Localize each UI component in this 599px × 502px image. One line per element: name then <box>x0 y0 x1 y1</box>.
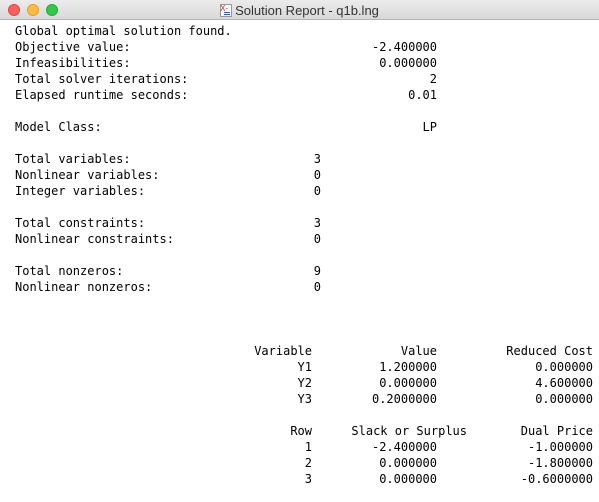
row-dual-price: -0.6000000 <box>520 472 593 486</box>
integer-variables-value: 0 <box>313 184 321 198</box>
solution-report-window: Solution Report - q1b.lng Global optimal… <box>0 0 599 502</box>
report-text-area[interactable]: Global optimal solution found. Objective… <box>0 20 599 502</box>
row-slack-surplus: -2.400000 <box>371 440 437 454</box>
nonlinear-constraints-label: Nonlinear constraints: <box>15 232 174 246</box>
lingo-document-icon <box>220 3 233 17</box>
window-title: Solution Report - q1b.lng <box>235 2 379 18</box>
row-dual-price: -1.800000 <box>527 456 593 470</box>
variable-reduced-cost: 4.600000 <box>535 376 593 390</box>
reduced-cost-column-header: Reduced Cost <box>506 344 593 358</box>
variable-value: 0.000000 <box>379 376 437 390</box>
dual-price-column-header: Dual Price <box>520 424 593 438</box>
objective-value-label: Objective value: <box>15 40 131 54</box>
total-variables-label: Total variables: <box>15 152 131 166</box>
row-dual-price: -1.000000 <box>527 440 593 454</box>
nonlinear-nonzeros-value: 0 <box>313 280 321 294</box>
slack-surplus-column-header: Slack or Surplus <box>351 424 467 438</box>
variable-name: Y1 <box>297 360 312 374</box>
solver-iterations-label: Total solver iterations: <box>15 72 189 86</box>
variable-name: Y2 <box>297 376 312 390</box>
integer-variables-label: Integer variables: <box>15 184 146 198</box>
solver-iterations-value: 2 <box>429 72 437 86</box>
nonlinear-constraints-value: 0 <box>313 232 321 246</box>
model-class-label: Model Class: <box>15 120 102 134</box>
row-column-header: Row <box>290 424 312 438</box>
runtime-value: 0.01 <box>408 88 437 102</box>
value-column-header: Value <box>400 344 437 358</box>
model-class-value: LP <box>422 120 437 134</box>
variable-reduced-cost: 0.000000 <box>535 360 593 374</box>
nonlinear-variables-label: Nonlinear variables: <box>15 168 160 182</box>
infeasibilities-label: Infeasibilities: <box>15 56 131 70</box>
runtime-label: Elapsed runtime seconds: <box>15 88 189 102</box>
total-constraints-value: 3 <box>313 216 321 230</box>
variable-value: 0.2000000 <box>371 392 437 406</box>
variable-reduced-cost: 0.000000 <box>535 392 593 406</box>
variable-value: 1.200000 <box>379 360 437 374</box>
objective-value: -2.400000 <box>371 40 437 54</box>
window-title-group: Solution Report - q1b.lng <box>0 0 599 20</box>
row-number: 1 <box>304 440 312 454</box>
total-constraints-label: Total constraints: <box>15 216 146 230</box>
infeasibilities-value: 0.000000 <box>379 56 437 70</box>
solution-status: Global optimal solution found. <box>15 24 232 38</box>
total-nonzeros-label: Total nonzeros: <box>15 264 124 278</box>
total-variables-value: 3 <box>313 152 321 166</box>
row-slack-surplus: 0.000000 <box>379 472 437 486</box>
variable-name: Y3 <box>297 392 312 406</box>
row-slack-surplus: 0.000000 <box>379 456 437 470</box>
row-number: 3 <box>304 472 312 486</box>
nonlinear-variables-value: 0 <box>313 168 321 182</box>
row-number: 2 <box>304 456 312 470</box>
variable-column-header: Variable <box>254 344 312 358</box>
total-nonzeros-value: 9 <box>313 264 321 278</box>
nonlinear-nonzeros-label: Nonlinear nonzeros: <box>15 280 153 294</box>
title-bar[interactable]: Solution Report - q1b.lng <box>0 0 599 20</box>
